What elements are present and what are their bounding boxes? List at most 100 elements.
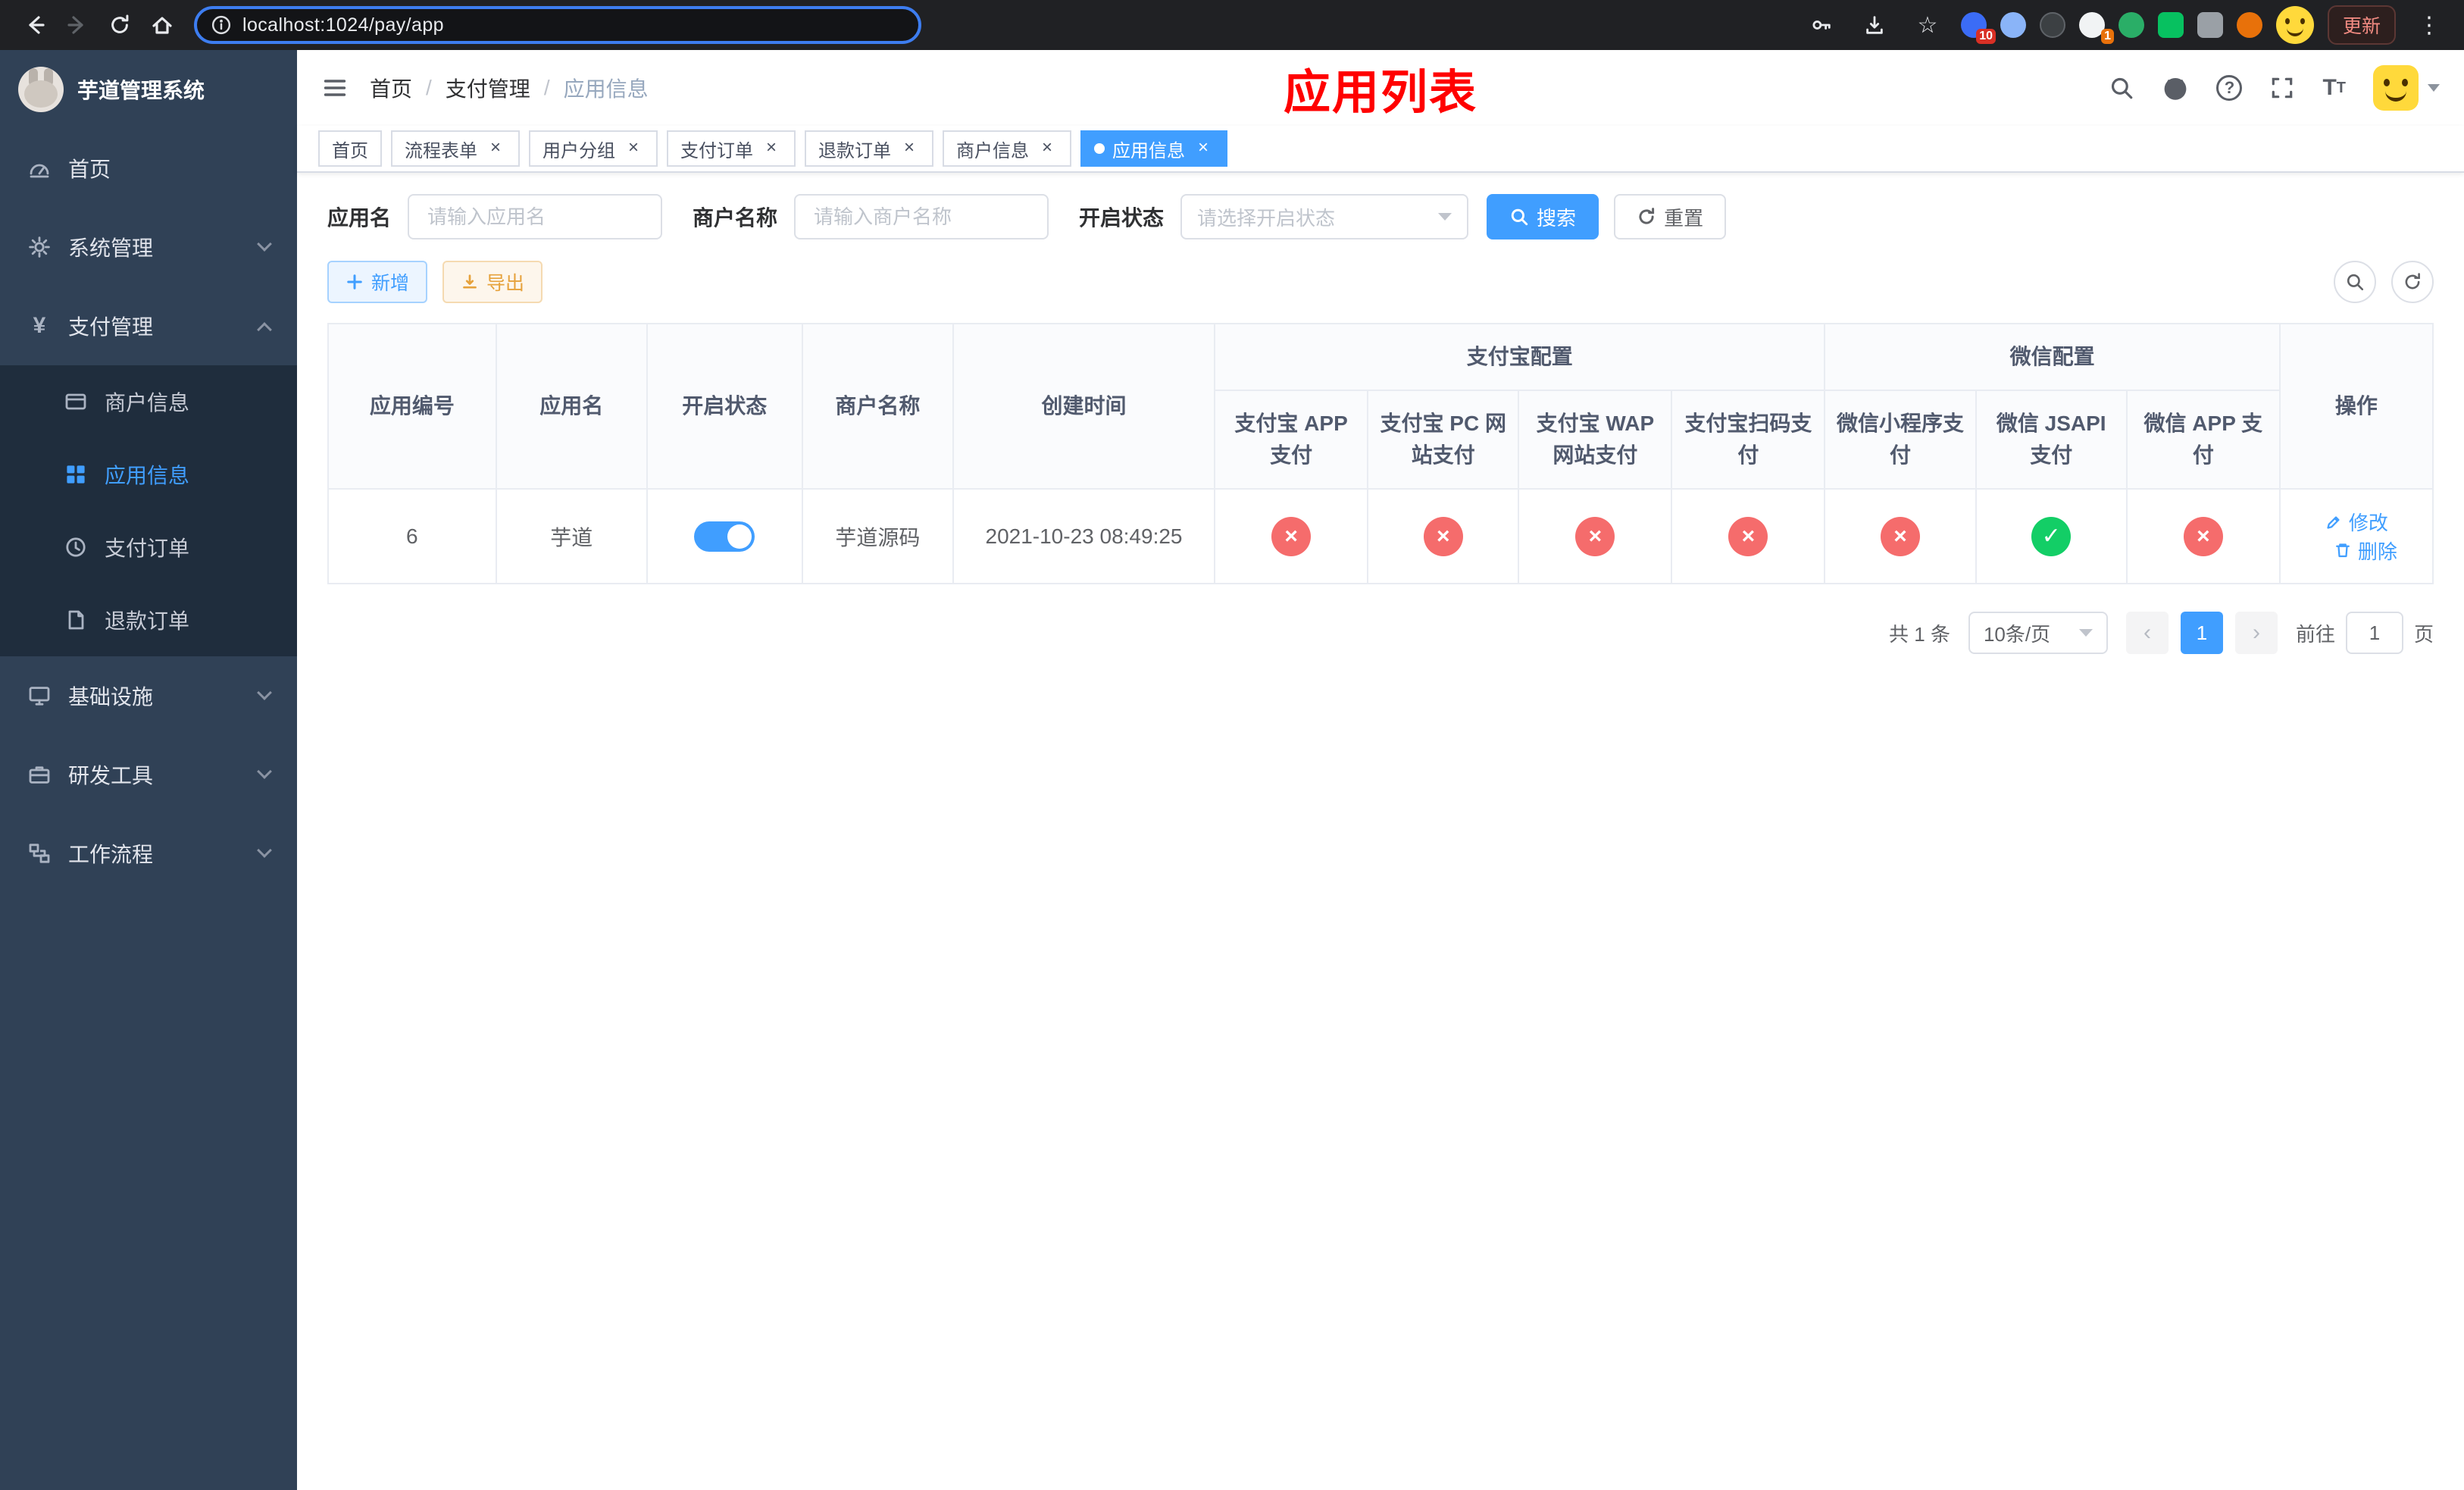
chevron-down-icon [2428,84,2440,92]
user-avatar[interactable] [2373,65,2440,111]
extension-icon-3[interactable] [2039,12,2065,38]
close-icon[interactable]: × [485,138,506,159]
bookmark-star-icon[interactable]: ☆ [1908,5,1947,45]
extension-badge: 1 [2101,29,2114,44]
browser-menu-icon[interactable]: ⋮ [2409,5,2449,45]
download-icon [463,274,477,289]
tab-refund-order[interactable]: 退款订单 × [805,130,933,167]
password-key-icon[interactable] [1802,5,1841,45]
delete-link[interactable]: 删除 [2334,537,2397,565]
update-button[interactable]: 更新 [2327,5,2396,45]
sidebar-item-workflow[interactable]: 工作流程 [0,814,297,893]
sidebar-item-pay[interactable]: ¥ 支付管理 [0,286,297,365]
home-icon[interactable] [142,5,182,45]
tab-merchant-info[interactable]: 商户信息 × [943,130,1071,167]
extension-icon-4[interactable]: 1 [2078,12,2114,44]
merchant-name-input[interactable] [794,194,1049,239]
table-row: 6 芋道 芋道源码 2021-10-23 08:49:25 × × × × × [327,488,2434,584]
cell-wx-jsapi: ✓ [1975,488,2128,584]
cell-app-id: 6 [327,488,497,584]
breadcrumb-home[interactable]: 首页 [370,73,412,103]
share-icon[interactable] [1855,5,1894,45]
goto-page-input[interactable] [2345,612,2403,654]
status-select[interactable]: 请选择开启状态 [1180,194,1469,239]
help-icon[interactable]: ? [2216,75,2243,101]
page-number-1[interactable]: 1 [2180,612,2223,654]
sidebar-item-devtools[interactable]: 研发工具 [0,735,297,814]
prev-page-button[interactable]: ‹ [2125,612,2169,654]
tab-pay-order[interactable]: 支付订单 × [667,130,796,167]
search-icon [1511,208,1528,226]
cell-wx-app: × [2125,488,2281,584]
close-icon[interactable]: × [1193,138,1214,159]
breadcrumb: 首页 / 支付管理 / 应用信息 [370,73,649,103]
app-logo[interactable]: 芋道管理系统 [0,50,297,129]
github-icon[interactable] [2162,74,2189,102]
close-icon[interactable]: × [899,138,920,159]
toggle-search-button[interactable] [2334,261,2376,303]
page-content: 应用名 商户名称 开启状态 请选择开启状态 [297,173,2464,1490]
pencil-icon [2327,515,2340,529]
extension-icon-5[interactable] [2118,12,2144,38]
tab-app-info[interactable]: 应用信息 × [1080,130,1227,167]
close-icon[interactable]: × [761,138,782,159]
add-button[interactable]: 新增 [327,261,428,303]
merchant-name-label: 商户名称 [693,206,778,230]
reset-button[interactable]: 重置 [1614,194,1727,239]
refresh-table-button[interactable] [2391,261,2434,303]
url-bar[interactable]: localhost:1024/pay/app [194,6,921,44]
tab-process-form[interactable]: 流程表单 × [391,130,520,167]
sidebar-item-infra[interactable]: 基础设施 [0,656,297,735]
extension-icon-7[interactable] [2236,12,2262,38]
cell-merchant: 芋道源码 [801,488,954,584]
forward-icon [58,5,97,45]
tab-user-group[interactable]: 用户分组 × [529,130,658,167]
app-table: 应用编号 应用名 开启状态 商户名称 创建时间 支付宝配置 微信配置 操作 支付… [327,323,2434,584]
app-name-input[interactable] [408,194,663,239]
total-count: 共 1 条 [1889,622,1950,646]
font-size-icon[interactable]: TT [2322,75,2346,101]
close-icon[interactable]: × [1037,138,1058,159]
edit-link[interactable]: 修改 [2325,508,2388,536]
sidebar-item-system[interactable]: 系统管理 [0,208,297,286]
site-info-icon[interactable] [211,14,232,36]
status-toggle[interactable] [694,521,755,552]
col-alipay-pc: 支付宝 PC 网站支付 [1367,390,1520,490]
refresh-icon [1639,208,1655,224]
sidebar-item-refund-order[interactable]: 退款订单 [0,584,297,656]
extensions-puzzle-icon[interactable] [2197,12,2223,38]
browser-profile-avatar[interactable] [2275,6,2314,44]
extension-icon-1[interactable]: 10 [1960,12,1996,44]
page-size-select[interactable]: 10条/页 [1968,612,2108,654]
extension-icon-2[interactable] [2000,12,2026,38]
chevron-up-icon [257,322,272,337]
check-icon: ✓ [2031,516,2072,556]
next-page-button[interactable]: › [2234,612,2278,654]
breadcrumb-pay[interactable]: 支付管理 [446,73,530,103]
search-button[interactable]: 搜索 [1487,194,1599,239]
export-button[interactable]: 导出 [442,261,543,303]
cell-alipay-pc: × [1367,488,1520,584]
sidebar-item-app-info[interactable]: 应用信息 [0,438,297,511]
active-dot-icon [1094,143,1105,154]
col-created: 创建时间 [952,323,1216,490]
cell-alipay-wap: × [1518,488,1673,584]
reload-icon[interactable] [100,5,139,45]
cross-icon: × [1881,516,1920,556]
sidebar-item-merchant-info[interactable]: 商户信息 [0,365,297,438]
sidebar-item-home[interactable]: 首页 [0,129,297,208]
fullscreen-icon[interactable] [2269,75,2295,101]
close-icon[interactable]: × [623,138,644,159]
sidebar-item-pay-order[interactable]: 支付订单 [0,511,297,584]
back-icon[interactable] [15,5,55,45]
goto-prefix: 前往 [2295,622,2335,646]
extension-icon-6[interactable] [2157,12,2184,38]
collapse-sidebar-icon[interactable] [321,74,349,102]
tab-home[interactable]: 首页 [318,130,382,167]
screen: localhost:1024/pay/app ☆ 10 1 更新 ⋮ 芋道管理系… [0,0,2464,1490]
chevron-down-icon [257,236,272,252]
cell-actions: 修改 删除 [2278,488,2434,584]
search-icon[interactable] [2109,75,2134,101]
cell-wx-lite: × [1824,488,1977,584]
toolbar: 新增 导出 [327,261,2434,303]
